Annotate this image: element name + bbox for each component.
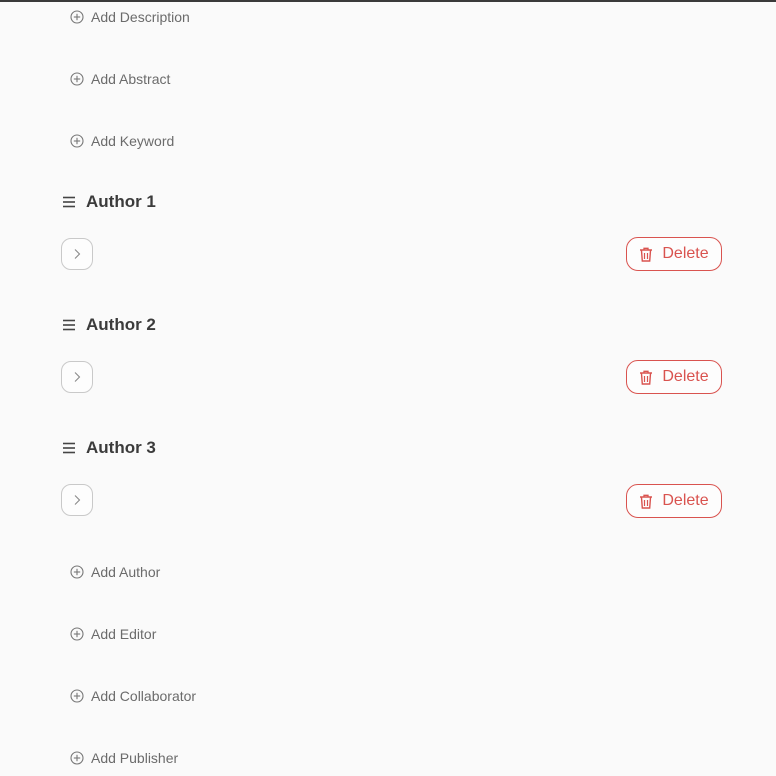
author-1-delete-button[interactable]: Delete — [626, 237, 722, 271]
plus-circle-icon — [70, 565, 84, 579]
author-3-delete-button[interactable]: Delete — [626, 484, 722, 518]
delete-label: Delete — [662, 245, 709, 262]
add-keyword-link[interactable]: Add Keyword — [70, 131, 174, 151]
hamburger-drag-icon[interactable] — [62, 318, 76, 332]
chevron-right-icon — [74, 249, 81, 259]
trash-icon — [640, 370, 653, 385]
author-2-header: Author 2 — [62, 313, 156, 337]
author-2-delete-button[interactable]: Delete — [626, 360, 722, 394]
add-keyword-label: Add Keyword — [91, 133, 175, 149]
add-editor-label: Add Editor — [91, 626, 157, 642]
author-1-title: Author 1 — [86, 192, 156, 211]
author-3-title: Author 3 — [86, 438, 156, 457]
trash-icon — [640, 247, 653, 262]
add-description-label: Add Description — [91, 9, 190, 25]
author-2-expand-button[interactable] — [61, 361, 93, 393]
plus-circle-icon — [70, 689, 84, 703]
author-1-header: Author 1 — [62, 190, 156, 214]
author-3-header: Author 3 — [62, 436, 156, 460]
add-abstract-label: Add Abstract — [91, 71, 171, 87]
add-abstract-link[interactable]: Add Abstract — [70, 69, 170, 89]
add-collaborator-link[interactable]: Add Collaborator — [70, 686, 196, 706]
author-1-expand-button[interactable] — [61, 238, 93, 270]
add-author-label: Add Author — [91, 564, 161, 580]
trash-icon — [640, 494, 653, 509]
add-description-link[interactable]: Add Description — [70, 7, 190, 27]
plus-circle-icon — [70, 134, 84, 148]
chevron-right-icon — [74, 372, 81, 382]
chevron-right-icon — [74, 495, 81, 505]
add-author-link[interactable]: Add Author — [70, 562, 160, 582]
author-3-expand-button[interactable] — [61, 484, 93, 516]
plus-circle-icon — [70, 72, 84, 86]
plus-circle-icon — [70, 10, 84, 24]
author-2-title: Author 2 — [86, 315, 156, 334]
plus-circle-icon — [70, 751, 84, 765]
hamburger-drag-icon[interactable] — [62, 441, 76, 455]
add-collaborator-label: Add Collaborator — [91, 688, 197, 704]
add-publisher-link[interactable]: Add Publisher — [70, 748, 178, 768]
delete-label: Delete — [662, 368, 709, 385]
add-editor-link[interactable]: Add Editor — [70, 624, 156, 644]
hamburger-drag-icon[interactable] — [62, 195, 76, 209]
plus-circle-icon — [70, 627, 84, 641]
add-publisher-label: Add Publisher — [91, 750, 179, 766]
delete-label: Delete — [662, 492, 709, 509]
top-divider — [0, 0, 776, 2]
